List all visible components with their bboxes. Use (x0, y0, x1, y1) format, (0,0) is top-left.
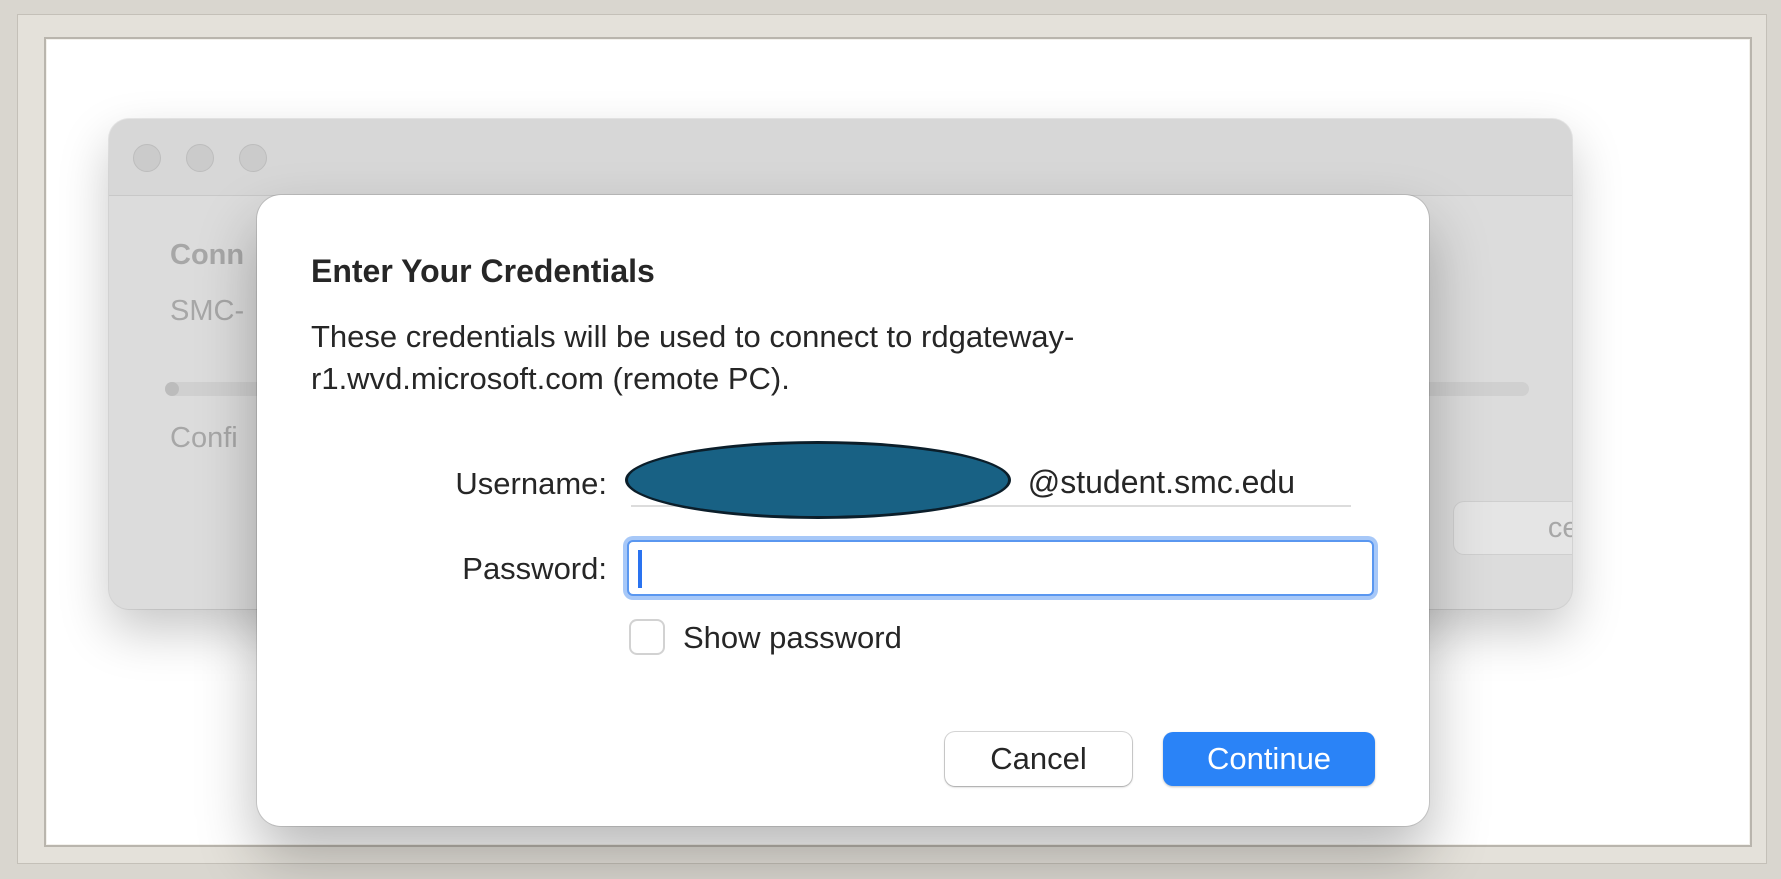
text-caret (638, 550, 642, 588)
background-status-text: Confi (170, 422, 238, 454)
minimize-window-button[interactable] (186, 144, 214, 172)
zoom-window-button[interactable] (239, 144, 267, 172)
cancel-button[interactable]: Cancel (945, 732, 1132, 786)
redaction-oval (625, 441, 1011, 519)
username-label: Username: (455, 466, 607, 501)
background-heading: Conn (170, 239, 245, 271)
username-field[interactable]: @student.smc.edu (625, 441, 1351, 519)
credentials-dialog: Enter Your Credentials These credentials… (257, 195, 1429, 826)
username-value: @student.smc.edu (1027, 464, 1295, 500)
show-password-label: Show password (683, 620, 902, 655)
background-titlebar (109, 119, 1572, 196)
background-cancel-button[interactable]: cel (1454, 502, 1572, 554)
continue-button[interactable]: Continue (1163, 732, 1375, 786)
background-subtitle: SMC- (170, 295, 245, 327)
dialog-title: Enter Your Credentials (311, 253, 655, 289)
show-password-checkbox[interactable] (629, 619, 665, 655)
connection-progress-fill (165, 382, 179, 396)
dialog-message: These credentials will be used to connec… (311, 319, 1075, 396)
password-input[interactable] (627, 540, 1374, 596)
close-window-button[interactable] (133, 144, 161, 172)
background-cancel-label: cel (1547, 512, 1572, 544)
password-label: Password: (462, 551, 607, 586)
